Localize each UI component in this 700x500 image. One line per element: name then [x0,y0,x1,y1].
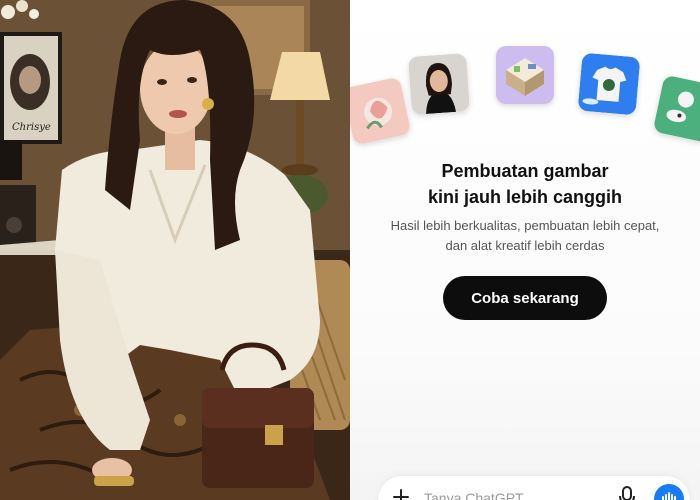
model-photo: Chrisye [0,0,350,500]
tshirt-design-thumbnail [577,52,641,116]
plus-icon[interactable] [390,486,412,500]
photo-illustration: Chrisye [0,0,350,500]
voice-waveform-icon[interactable] [654,484,684,500]
chat-composer [378,476,690,500]
portrait-photo-thumbnail [408,53,470,115]
promo-subtext: Hasil lebih berkualitas, pembuatan lebih… [350,216,700,256]
prompt-input[interactable] [424,486,604,500]
subtext-line-1: Hasil lebih berkualitas, pembuatan lebih… [390,218,660,233]
promo-panel: Pembuatan gambar kini jauh lebih canggih… [350,0,700,500]
try-now-button[interactable]: Coba sekarang [443,276,607,320]
promo-headline: Pembuatan gambar kini jauh lebih canggih [350,158,700,210]
isometric-room-thumbnail [496,46,554,104]
microphone-icon[interactable] [618,486,636,500]
poster-signature: Chrisye [12,122,51,133]
floral-art-thumbnail [350,76,412,146]
headline-line-2: kini jauh lebih canggih [427,187,623,207]
headline-line-1: Pembuatan gambar [441,161,609,181]
subtext-line-2: dan alat kreatif lebih cerdas [445,238,605,253]
sticker-art-thumbnail [652,74,700,144]
